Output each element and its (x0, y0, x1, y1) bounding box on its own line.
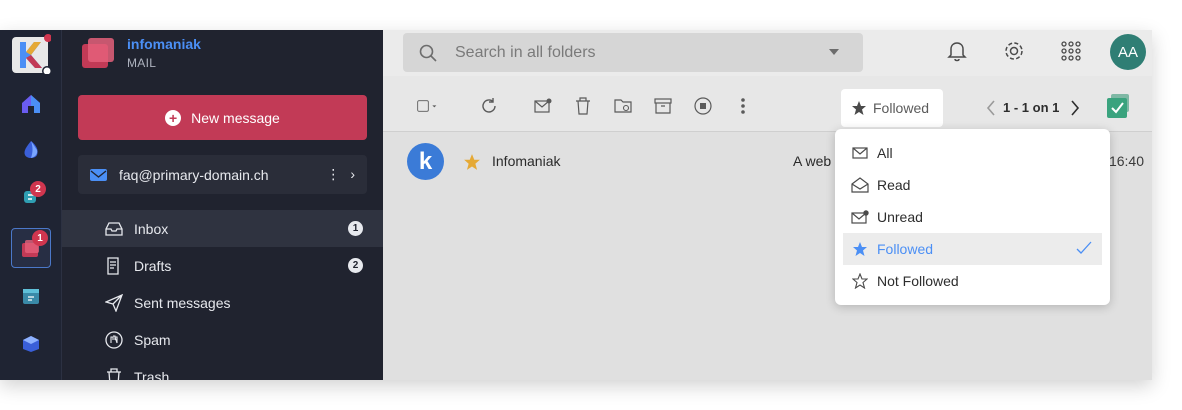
folder-label: Spam (134, 331, 171, 348)
unread-count-badge: 1 (348, 221, 363, 236)
drafts-icon (104, 256, 124, 275)
sender-avatar: k (407, 143, 444, 180)
spam-icon (104, 330, 124, 349)
account-email: faq@primary-domain.ch (119, 166, 269, 183)
filter-option-not-followed[interactable]: Not Followed (843, 265, 1102, 297)
main-pane: Search in all folders AA Followed 1 - 1 … (383, 30, 1152, 380)
rail-item-chat[interactable]: 2 (11, 176, 51, 216)
kmail-logo-icon (12, 34, 51, 74)
delete-icon[interactable] (573, 96, 593, 116)
rail-item-mail[interactable]: 1 (11, 228, 51, 268)
star-filled-icon (852, 101, 866, 115)
store-icon (23, 336, 39, 352)
spam-report-icon[interactable] (693, 96, 713, 116)
mail-badge: 1 (32, 230, 48, 246)
rail-item-drive[interactable] (11, 130, 51, 170)
folder-label: Drafts (134, 257, 172, 274)
drafts-count-badge: 2 (348, 258, 363, 273)
new-message-label: New message (191, 109, 280, 126)
search-placeholder: Search in all folders (455, 43, 596, 61)
apps-grid-icon[interactable] (1059, 39, 1083, 63)
chevron-right-icon[interactable]: › (350, 166, 355, 183)
drive-icon (24, 141, 38, 158)
rail-item-store[interactable] (11, 322, 51, 362)
filter-label: Followed (873, 100, 930, 116)
filter-option-label: Not Followed (877, 273, 959, 289)
filter-option-label: Read (877, 177, 911, 193)
filter-option-label: Unread (877, 209, 923, 225)
envelope-unread-icon (851, 209, 869, 225)
filter-dropdown-button[interactable]: Followed (841, 89, 943, 127)
search-icon (419, 44, 437, 62)
calendar-icon (23, 289, 39, 304)
select-all-checkbox[interactable] (417, 96, 437, 116)
checkmark-icon (1076, 241, 1092, 258)
notifications-bell-icon[interactable] (945, 39, 969, 63)
search-box[interactable]: Search in all folders (403, 33, 863, 72)
folder-label: Trash (134, 368, 170, 381)
home-icon (22, 95, 40, 113)
star-filled-icon[interactable] (463, 153, 481, 176)
filter-option-label: All (877, 145, 893, 161)
trash-icon (104, 367, 124, 380)
filter-option-label: Followed (877, 241, 934, 257)
inbox-icon (104, 220, 124, 238)
star-filled-icon (851, 241, 869, 257)
folder-trash[interactable]: Trash (62, 358, 383, 380)
more-options-icon[interactable] (733, 96, 753, 116)
app-rail: 2 1 (0, 30, 62, 380)
filter-option-followed[interactable]: Followed (843, 233, 1102, 265)
archive-icon[interactable] (653, 96, 673, 116)
mail-logo-icon (82, 38, 114, 68)
folder-sent[interactable]: Sent messages (62, 284, 383, 321)
send-icon (104, 293, 124, 312)
folder-inbox[interactable]: Inbox 1 (62, 210, 383, 247)
refresh-icon[interactable] (479, 96, 499, 116)
filter-option-read[interactable]: Read (843, 169, 1102, 201)
star-outline-icon (851, 273, 869, 289)
folder-label: Sent messages (134, 294, 231, 311)
top-bar: Search in all folders AA (383, 30, 1152, 76)
folder-spam[interactable]: Spam (62, 321, 383, 358)
sidebar: infomaniak MAIL + New message faq@primar… (62, 30, 383, 380)
message-sender: Infomaniak (492, 153, 561, 169)
mail-app-window: 2 1 infomaniak MAIL + New message faq@pr… (0, 30, 1152, 380)
chat-badge: 2 (30, 181, 46, 197)
mail-logo (80, 34, 120, 70)
kmail-app-logo[interactable] (11, 34, 51, 74)
rail-item-calendar[interactable] (11, 276, 51, 316)
account-selector[interactable]: faq@primary-domain.ch ⋮ › (78, 155, 367, 194)
message-preview: A web (793, 153, 832, 169)
search-options-caret-icon[interactable] (829, 49, 839, 55)
previous-page-icon[interactable] (981, 98, 1001, 118)
settings-gear-icon[interactable] (1002, 39, 1026, 63)
mark-unread-icon[interactable] (533, 96, 553, 116)
brand-product: MAIL (127, 56, 157, 70)
user-avatar[interactable]: AA (1110, 34, 1146, 70)
rail-item-home[interactable] (11, 84, 51, 124)
filter-menu: All Read Unread Followed Not Followed (835, 129, 1110, 305)
folder-label: Inbox (134, 220, 169, 237)
message-time: 16:40 (1108, 153, 1144, 169)
plus-icon: + (165, 109, 182, 126)
new-message-button[interactable]: + New message (78, 95, 367, 140)
envelope-icon (90, 168, 107, 181)
filter-option-unread[interactable]: Unread (843, 201, 1102, 233)
envelope-open-icon (851, 177, 869, 193)
message-toolbar: Followed 1 - 1 on 1 (383, 76, 1152, 132)
next-page-icon[interactable] (1065, 98, 1085, 118)
kebab-menu-icon[interactable]: ⋮ (326, 166, 340, 183)
tasks-check-icon[interactable] (1105, 92, 1133, 120)
filter-option-all[interactable]: All (843, 137, 1102, 169)
folder-drafts[interactable]: Drafts 2 (62, 247, 383, 284)
brand-name: infomaniak (127, 36, 201, 52)
move-to-folder-icon[interactable] (613, 96, 633, 116)
envelope-icon (851, 145, 869, 161)
pagination-label: 1 - 1 on 1 (1003, 100, 1060, 115)
